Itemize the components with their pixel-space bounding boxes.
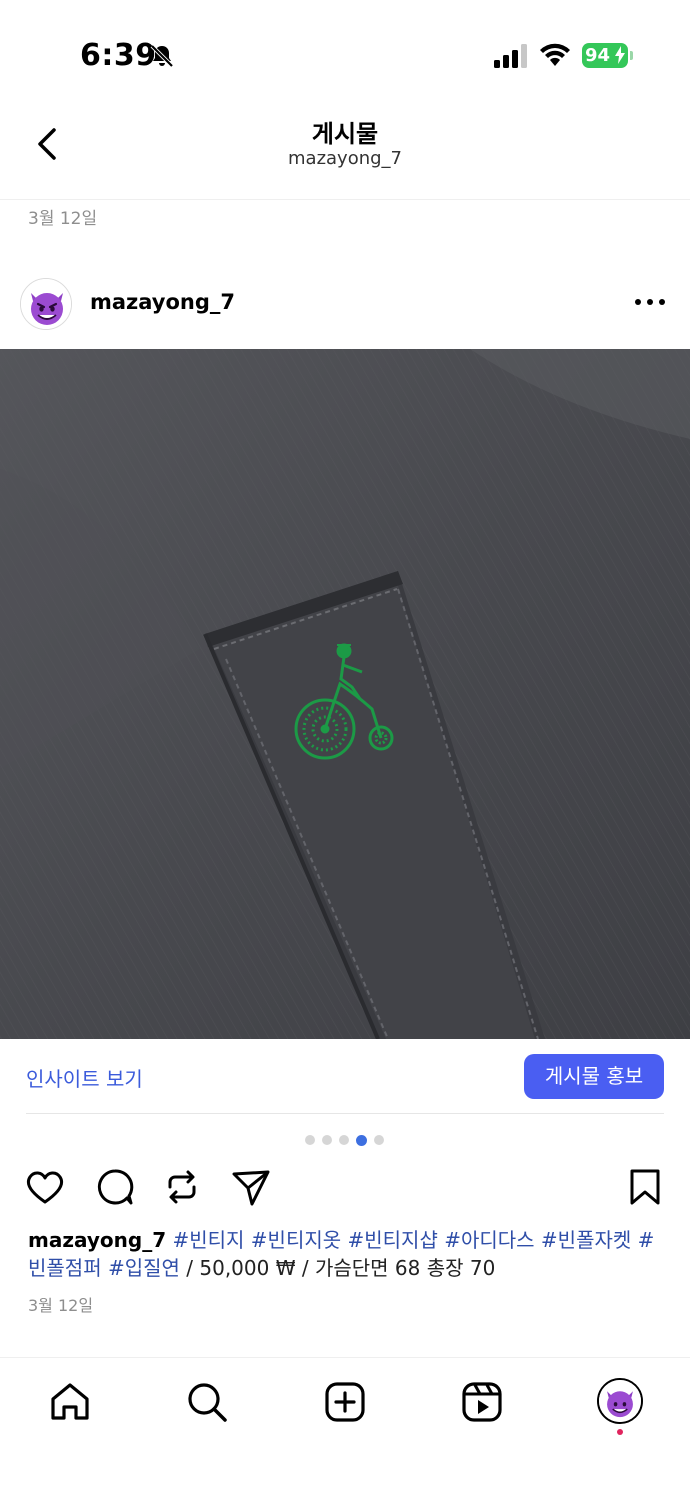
caption-username[interactable]: mazayong_7 [28,1228,166,1252]
post-username[interactable]: mazayong_7 [90,290,235,314]
comment-icon[interactable] [94,1166,136,1208]
wifi-icon [540,43,570,66]
battery-level: 94 [585,45,611,66]
search-icon[interactable] [185,1380,229,1424]
post-image[interactable] [0,349,690,1039]
status-bar: 6:39 94 [0,0,690,100]
post-avatar[interactable] [20,278,72,330]
page-header: 게시물 mazayong_7 [0,100,690,200]
page-subtitle[interactable]: mazayong_7 [0,148,690,169]
divider [26,1113,664,1114]
home-icon[interactable] [48,1380,92,1424]
notification-dot [617,1429,623,1435]
heart-icon[interactable] [24,1166,66,1208]
profile-avatar[interactable] [597,1378,643,1424]
share-icon[interactable] [230,1166,272,1208]
carousel-dot [305,1135,315,1145]
carousel-dot [339,1135,349,1145]
carousel-dot [322,1135,332,1145]
bookmark-icon[interactable] [624,1166,666,1208]
smiling-devil-icon [599,1380,641,1422]
more-horizontal-icon[interactable] [632,292,668,312]
reels-icon[interactable] [460,1380,504,1424]
signal-icon [494,44,527,68]
charging-bolt-icon [615,46,625,64]
post-caption: mazayong_7 #빈티지 #빈티지옷 #빈티지샵 #아디다스 #빈폴자켓 … [28,1226,664,1282]
battery-cap [630,51,633,60]
smiling-devil-icon [21,279,71,329]
repost-icon[interactable] [161,1166,203,1208]
create-icon[interactable] [323,1380,367,1424]
post-date-top: 3월 12일 [28,209,98,229]
battery-icon: 94 [582,43,633,68]
view-insights-link[interactable]: 인사이트 보기 [26,1063,143,1092]
promote-post-button[interactable]: 게시물 홍보 [524,1054,664,1099]
caption-text: / 50,000 ₩ / 가슴단면 68 총장 70 [179,1256,496,1280]
fabric-photo [0,349,690,1039]
page-title: 게시물 [311,120,379,148]
status-time: 6:39 [80,38,157,73]
carousel-indicator [305,1134,384,1146]
carousel-dot-active [356,1134,367,1146]
bottom-tab-bar [0,1357,690,1500]
post-date: 3월 12일 [28,1296,94,1315]
mute-icon [150,44,174,68]
carousel-dot [374,1135,384,1145]
